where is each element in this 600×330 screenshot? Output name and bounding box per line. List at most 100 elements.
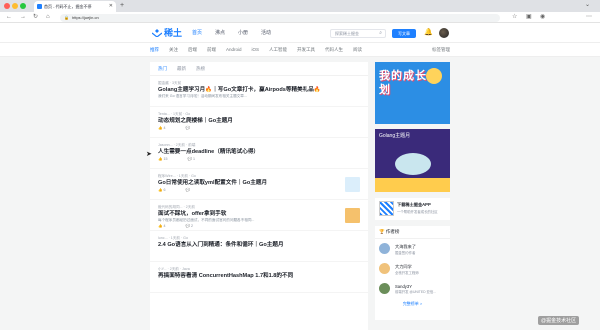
entry-title[interactable]: 面试不踩坑，offer拿到手软 xyxy=(158,210,360,218)
lock-icon: 🔒 xyxy=(64,14,69,20)
back-icon[interactable]: ← xyxy=(6,13,12,22)
address-bar[interactable]: 🔒 https://juejin.cn xyxy=(60,13,500,22)
ground-illustration xyxy=(375,178,450,192)
entry-stats: 👍 4 💬 xyxy=(158,125,360,132)
entry-title[interactable]: 2.4 Go语言从入门到精通：条件和循环｜Go主题月 xyxy=(158,241,360,249)
growth-plan-banner[interactable]: 我的成长计划 xyxy=(375,62,450,124)
comment-count[interactable]: 💬 2 xyxy=(185,223,202,230)
author-avatar[interactable] xyxy=(379,243,390,254)
entry-thumbnail[interactable] xyxy=(345,208,360,223)
like-count[interactable]: 👍 4 xyxy=(158,223,175,230)
planet-illustration-icon xyxy=(395,153,431,175)
juejin-logo[interactable]: 稀土 xyxy=(152,27,182,39)
juejin-favicon-icon xyxy=(37,4,42,9)
article-entry[interactable]: 掘金酱 · 3天前 Golang主题学习月🔥｜写Go文章打卡，赢Airpods等… xyxy=(150,76,368,107)
article-entry[interactable]: Tenta... · 1天前 · Go 动态规划之爬楼梯｜Go主题月 👍 4 💬 xyxy=(150,107,368,138)
search-icon[interactable]: ⌕ xyxy=(379,30,382,37)
entry-title[interactable]: Golang主题学习月🔥｜写Go文章打卡，赢Airpods等精美礼品🔥 xyxy=(158,86,360,94)
comment-icon[interactable]: 💬 xyxy=(185,187,189,194)
settings-menu-icon[interactable]: ⋯ xyxy=(586,13,592,22)
entry-title[interactable]: Go日常使用之读取yml配置文件｜Go主题月 xyxy=(158,179,360,187)
minimize-window-button[interactable] xyxy=(12,3,18,9)
entry-title[interactable]: 动态规划之爬楼梯｜Go主题月 xyxy=(158,117,360,125)
maximize-window-button[interactable] xyxy=(20,3,26,9)
like-count[interactable]: 👍 6 xyxy=(158,187,175,194)
author-desc: 全栈开发工程师 xyxy=(395,271,419,275)
entry-title[interactable]: 人生需要一点deadline（精讯笔试心得） xyxy=(158,148,360,156)
author-item[interactable]: Sandy3Y 前端开发 @UNITED 亚信... xyxy=(375,279,450,299)
category-recommended[interactable]: 推荐 xyxy=(150,43,159,57)
new-tab-icon[interactable]: + xyxy=(120,1,124,11)
category-frontend[interactable]: 前端 xyxy=(207,43,216,57)
close-window-button[interactable] xyxy=(4,3,10,9)
reload-icon[interactable]: ↻ xyxy=(33,13,38,22)
banner-title: Golang主题月 xyxy=(379,133,411,139)
author-avatar[interactable] xyxy=(379,263,390,274)
profile-icon[interactable]: ◉ xyxy=(540,13,545,22)
window-menu-icon[interactable]: ⌄ xyxy=(585,1,596,8)
article-entry[interactable]: lunc... · 1天前 · Go 2.4 Go语言从入门到精通：条件和循环｜… xyxy=(150,231,368,262)
category-nav: 推荐 关注 后端 前端 Android iOS 人工智能 开发工具 代码人生 阅… xyxy=(0,43,600,57)
site-header: 稀土 首页 沸点 小册 活动 探索稀土掘金 ⌕ 写文章 🔔 xyxy=(0,23,600,43)
app-download-title: 下载稀土掘金APP xyxy=(397,202,431,207)
app-download-card[interactable]: 下载稀土掘金APP 一个帮助开发者成长的社区 xyxy=(375,198,450,220)
author-name[interactable]: Sandy3Y xyxy=(395,279,450,289)
write-article-button[interactable]: 写文章 xyxy=(392,29,416,38)
collections-icon[interactable]: ▣ xyxy=(526,13,532,22)
comment-count[interactable]: 💬 1 xyxy=(187,156,204,163)
sort-hot[interactable]: 热门 xyxy=(158,62,167,75)
sort-tabs: 热门 最新 热榜 xyxy=(150,62,368,76)
nav-home[interactable]: 首页 xyxy=(192,23,202,43)
category-code-life[interactable]: 代码人生 xyxy=(325,43,343,57)
nav-books[interactable]: 小册 xyxy=(238,23,248,43)
like-count[interactable]: 👍 15 xyxy=(158,156,177,163)
sort-latest[interactable]: 最新 xyxy=(177,62,186,75)
author-ranking-title: 🏆 作者榜 xyxy=(375,226,450,239)
author-ranking: 🏆 作者榜 大海我来了 掘金签约作者 大力同学 全栈开发工程师 Sandy3Y … xyxy=(375,226,450,320)
comment-icon[interactable]: 💬 xyxy=(185,125,189,132)
search-input[interactable]: 探索稀土掘金 ⌕ xyxy=(330,29,386,38)
browser-tab[interactable]: 首页 - 代码不止，掘金不停 ✕ xyxy=(34,1,116,12)
golang-month-banner[interactable]: Golang主题月 xyxy=(375,129,450,192)
category-devtools[interactable]: 开发工具 xyxy=(297,43,315,57)
author-name[interactable]: 大海我来了 xyxy=(395,239,450,250)
favorites-icon[interactable]: ☆ xyxy=(512,13,517,22)
main-nav: 首页 沸点 小册 活动 xyxy=(192,23,284,43)
home-icon[interactable]: ⌂ xyxy=(46,13,50,22)
sort-ranking[interactable]: 热榜 xyxy=(196,62,205,75)
category-reading[interactable]: 阅读 xyxy=(353,43,362,57)
author-desc: 掘金签约作者 xyxy=(395,251,416,255)
url-text: https://juejin.cn xyxy=(72,14,99,20)
category-ios[interactable]: iOS xyxy=(252,43,260,57)
tab-close-icon[interactable]: ✕ xyxy=(109,1,113,12)
entry-title[interactable]: 再搞面特容看清 ConcurrentHashMap 1.7和1.8的不同 xyxy=(158,272,360,280)
category-backend[interactable]: 后端 xyxy=(188,43,197,57)
article-entry[interactable]: Jasonn... · 2天前 · 前端 人生需要一点deadline（精讯笔试… xyxy=(150,138,368,169)
category-following[interactable]: 关注 xyxy=(169,43,178,57)
notification-bell-icon[interactable]: 🔔 xyxy=(424,28,433,38)
author-avatar[interactable] xyxy=(379,283,390,294)
mouse-cursor-icon: ➤ xyxy=(146,151,152,158)
category-ai[interactable]: 人工智能 xyxy=(269,43,287,57)
tag-manage-link[interactable]: 标签管理 xyxy=(432,43,450,57)
author-item[interactable]: 大海我来了 掘金签约作者 xyxy=(375,239,450,259)
full-ranking-link[interactable]: 完整榜单 > xyxy=(375,299,450,309)
forward-icon[interactable]: → xyxy=(20,13,26,22)
like-count[interactable]: 👍 4 xyxy=(158,125,175,132)
user-avatar[interactable] xyxy=(439,28,449,38)
article-entry[interactable]: 程序Wire... · 1天前 · Go Go日常使用之读取yml配置文件｜Go… xyxy=(150,169,368,200)
entry-abstract: 我们来 Go 语言学习月啦！活动期间发布相关主题文章... xyxy=(158,94,247,98)
entry-stats: 👍 6 💬 xyxy=(158,187,360,194)
article-entry[interactable]: 小Y... · 2天前 · Java 再搞面特容看清 ConcurrentHas… xyxy=(150,262,368,293)
article-feed: 热门 最新 热榜 掘金酱 · 3天前 Golang主题学习月🔥｜写Go文章打卡，… xyxy=(150,62,368,330)
article-entry[interactable]: 敲代码的胡同... · 2天前 面试不踩坑，offer拿到手软 每个程序员都经历… xyxy=(150,200,368,231)
category-android[interactable]: Android xyxy=(226,43,242,57)
search-placeholder: 探索稀土掘金 xyxy=(335,31,359,36)
author-item[interactable]: 大力同学 全栈开发工程师 xyxy=(375,259,450,279)
author-name[interactable]: 大力同学 xyxy=(395,259,450,270)
entry-thumbnail[interactable] xyxy=(345,177,360,192)
nav-pins[interactable]: 沸点 xyxy=(215,23,225,43)
browser-tabbar: 首页 - 代码不止，掘金不停 ✕ + ⌄ xyxy=(0,0,600,12)
entry-stats: 👍 15 💬 1 xyxy=(158,156,360,163)
nav-events[interactable]: 活动 xyxy=(261,23,271,43)
